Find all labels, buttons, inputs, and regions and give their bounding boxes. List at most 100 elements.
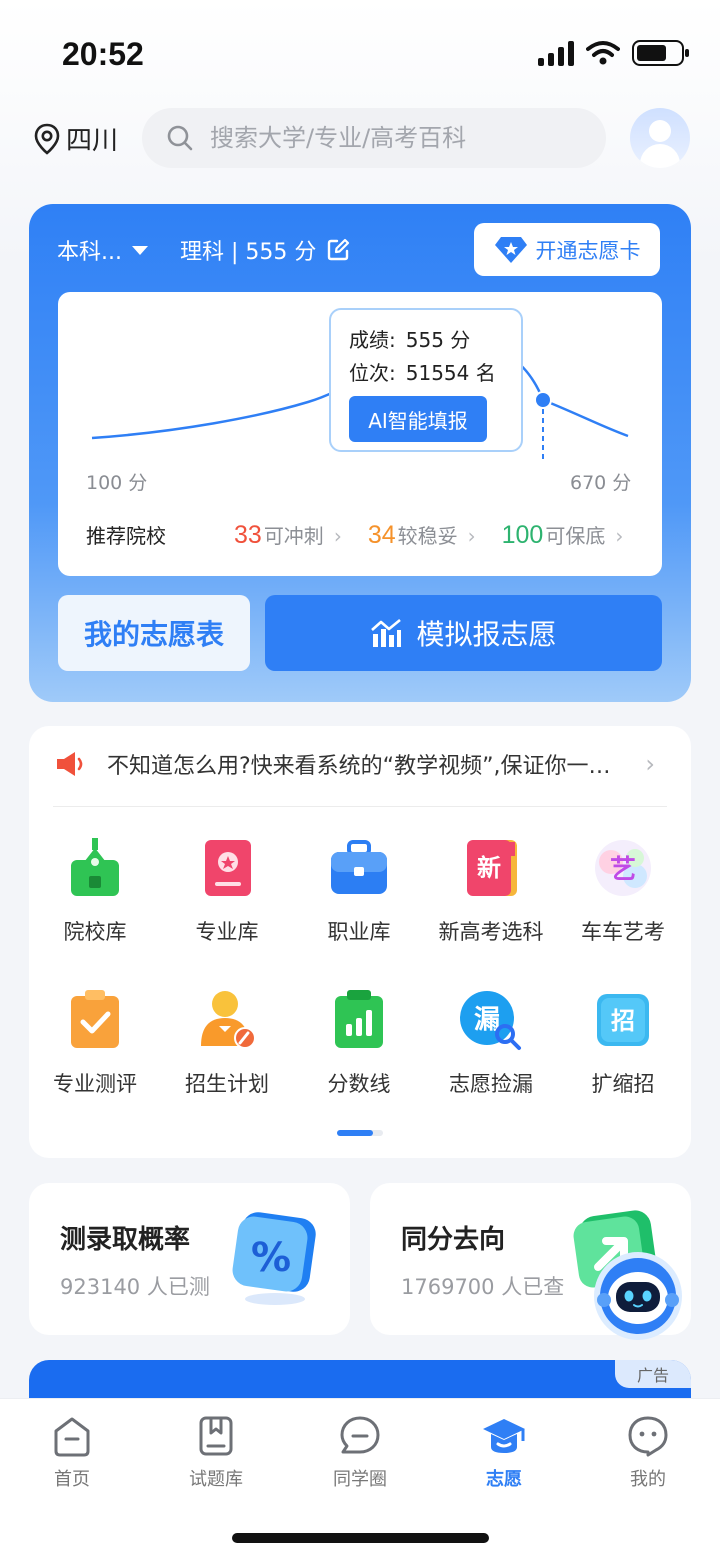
edit-icon[interactable] xyxy=(326,238,350,262)
tool-label: 志愿捡漏 xyxy=(449,1072,533,1096)
chevron-right-icon: › xyxy=(645,750,655,778)
tab-label: 试题库 xyxy=(189,1469,243,1490)
admission-probability-count: 923140 人已测 xyxy=(60,1275,210,1299)
tab-classmates[interactable]: 同学圈 xyxy=(288,1415,432,1491)
open-vip-card-button[interactable]: 开通志愿卡 xyxy=(474,223,660,276)
user-avatar[interactable] xyxy=(630,108,690,168)
tab-label: 同学圈 xyxy=(333,1469,387,1490)
expand-shrink-icon: 招 xyxy=(597,994,649,1046)
notice-bar[interactable]: 不知道怎么用?快来看系统的“教学视频”,保证你一学就会 › xyxy=(55,748,655,780)
briefcase-icon xyxy=(331,840,387,894)
ad-tag: 广告 xyxy=(615,1360,691,1388)
notice-text: 不知道怎么用?快来看系统的“教学视频”,保证你一学就会 xyxy=(107,754,627,779)
new-subject-icon: 新 xyxy=(467,840,517,896)
expand-glyph: 招 xyxy=(611,1007,635,1035)
tool-expand-shrink[interactable]: 招 扩缩招 xyxy=(557,988,689,1098)
same-score-title: 同分去向 xyxy=(401,1225,506,1255)
tool-new-subject[interactable]: 新 新高考选科 xyxy=(425,836,557,946)
score-distribution-chart: 100 分 670 分 成绩: 555 分 位次: 51554 名 AI智能填报 推… xyxy=(58,292,662,576)
bar-chart-icon xyxy=(371,618,402,647)
location-pin-icon xyxy=(34,123,60,155)
axis-max-label: 670 分 xyxy=(570,472,632,494)
tool-score-line[interactable]: 分数线 xyxy=(293,988,425,1098)
pick-up-icon: 漏 xyxy=(460,991,521,1050)
tool-major-library[interactable]: 专业库 xyxy=(161,836,293,946)
tooltip-rank-label: 位次: xyxy=(349,361,396,385)
tool-major-assessment[interactable]: 专业测评 xyxy=(29,988,161,1098)
speaker-icon xyxy=(57,752,83,776)
ai-robot-assistant-icon[interactable] xyxy=(592,1250,684,1342)
tooltip-score-label: 成绩: xyxy=(349,328,396,352)
axis-min-label: 100 分 xyxy=(86,472,148,494)
tab-question-bank[interactable]: 试题库 xyxy=(144,1415,288,1491)
page-indicator xyxy=(337,1130,383,1136)
enrollment-plan-icon xyxy=(201,991,256,1049)
profile-icon xyxy=(628,1416,668,1457)
batch-selector[interactable]: 本科... xyxy=(57,234,148,266)
tool-enrollment-plan[interactable]: 招生计划 xyxy=(161,988,293,1098)
battery-icon xyxy=(632,40,689,66)
tab-mine[interactable]: 我的 xyxy=(576,1415,720,1491)
recommend-safe-label: 可保底 xyxy=(545,524,606,548)
status-icons xyxy=(538,40,689,66)
tool-label: 专业测评 xyxy=(53,1072,137,1096)
tool-label: 车车艺考 xyxy=(581,920,665,944)
search-input[interactable] xyxy=(210,124,570,152)
school-icon xyxy=(71,838,119,896)
signal-icon xyxy=(538,40,574,66)
location-selector[interactable]: 四川 xyxy=(34,120,118,157)
recommend-rush[interactable]: 33 可冲刺 › xyxy=(234,520,342,550)
score-info: 本科... 理科 | 555 分 xyxy=(57,234,350,266)
divider xyxy=(53,806,667,807)
recommend-rush-label: 可冲刺 xyxy=(263,524,324,548)
graduation-cap-icon xyxy=(483,1419,525,1453)
tab-application[interactable]: 志愿 xyxy=(432,1415,576,1491)
my-application-table-button[interactable]: 我的志愿表 xyxy=(58,595,250,671)
admission-probability-card[interactable]: 测录取概率 923140 人已测 % xyxy=(29,1183,350,1335)
art-exam-icon: 艺 xyxy=(595,840,651,896)
chevron-right-icon: › xyxy=(467,524,476,548)
tool-career-library[interactable]: 职业库 xyxy=(293,836,425,946)
search-bar[interactable] xyxy=(142,108,606,168)
status-time: 20:52 xyxy=(62,36,144,72)
score-card: 本科... 理科 | 555 分 开通志愿卡 100 分 670 分 成绩: 55… xyxy=(29,204,691,702)
tools-card: 不知道怎么用?快来看系统的“教学视频”,保证你一学就会 › 院校库 专业库 职业… xyxy=(29,726,691,1158)
tool-pick-up[interactable]: 漏 志愿捡漏 xyxy=(425,988,557,1098)
score-tooltip: 成绩: 555 分 位次: 51554 名 AI智能填报 xyxy=(329,308,523,452)
recommend-safe-count: 100 xyxy=(501,521,544,549)
tool-label: 分数线 xyxy=(327,1072,391,1096)
recommend-safe[interactable]: 100 可保底 › xyxy=(502,520,624,550)
assessment-icon xyxy=(71,990,119,1048)
recommend-title: 推荐院校 xyxy=(86,524,166,548)
chevron-right-icon: › xyxy=(333,524,342,548)
recommend-rush-count: 33 xyxy=(234,521,262,549)
location-label: 四川 xyxy=(66,126,119,156)
simulate-label: 模拟报志愿 xyxy=(416,618,557,651)
new-glyph: 新 xyxy=(477,854,501,882)
tool-label: 新高考选科 xyxy=(438,920,544,944)
home-indicator xyxy=(232,1533,489,1543)
dropdown-triangle-icon xyxy=(131,245,148,255)
major-book-icon xyxy=(205,840,251,896)
tool-label: 专业库 xyxy=(195,920,259,944)
recommend-stable-label: 较稳妥 xyxy=(397,524,458,548)
tool-art-exam[interactable]: 艺 车车艺考 xyxy=(557,836,689,946)
percent-badge-icon: % xyxy=(232,1212,316,1305)
chevron-right-icon: › xyxy=(615,524,624,548)
recommend-stable-count: 34 xyxy=(367,521,396,549)
tool-school-library[interactable]: 院校库 xyxy=(29,836,161,946)
wifi-icon xyxy=(586,41,620,65)
question-bank-icon xyxy=(199,1416,233,1456)
recommend-stable[interactable]: 34 较稳妥 › xyxy=(368,520,476,550)
tool-label: 院校库 xyxy=(63,920,127,944)
tab-home[interactable]: 首页 xyxy=(0,1415,144,1491)
tool-label: 职业库 xyxy=(327,920,391,944)
tooltip-rank-value: 51554 名 xyxy=(405,361,496,385)
home-icon xyxy=(54,1417,90,1457)
simulate-application-button[interactable]: 模拟报志愿 xyxy=(265,595,662,671)
tool-label: 扩缩招 xyxy=(591,1072,655,1096)
subject-score: 理科 | 555 分 xyxy=(179,240,317,265)
ai-fill-button[interactable]: AI智能填报 xyxy=(349,396,487,442)
admission-probability-title: 测录取概率 xyxy=(60,1225,191,1255)
tab-label: 志愿 xyxy=(486,1469,522,1490)
